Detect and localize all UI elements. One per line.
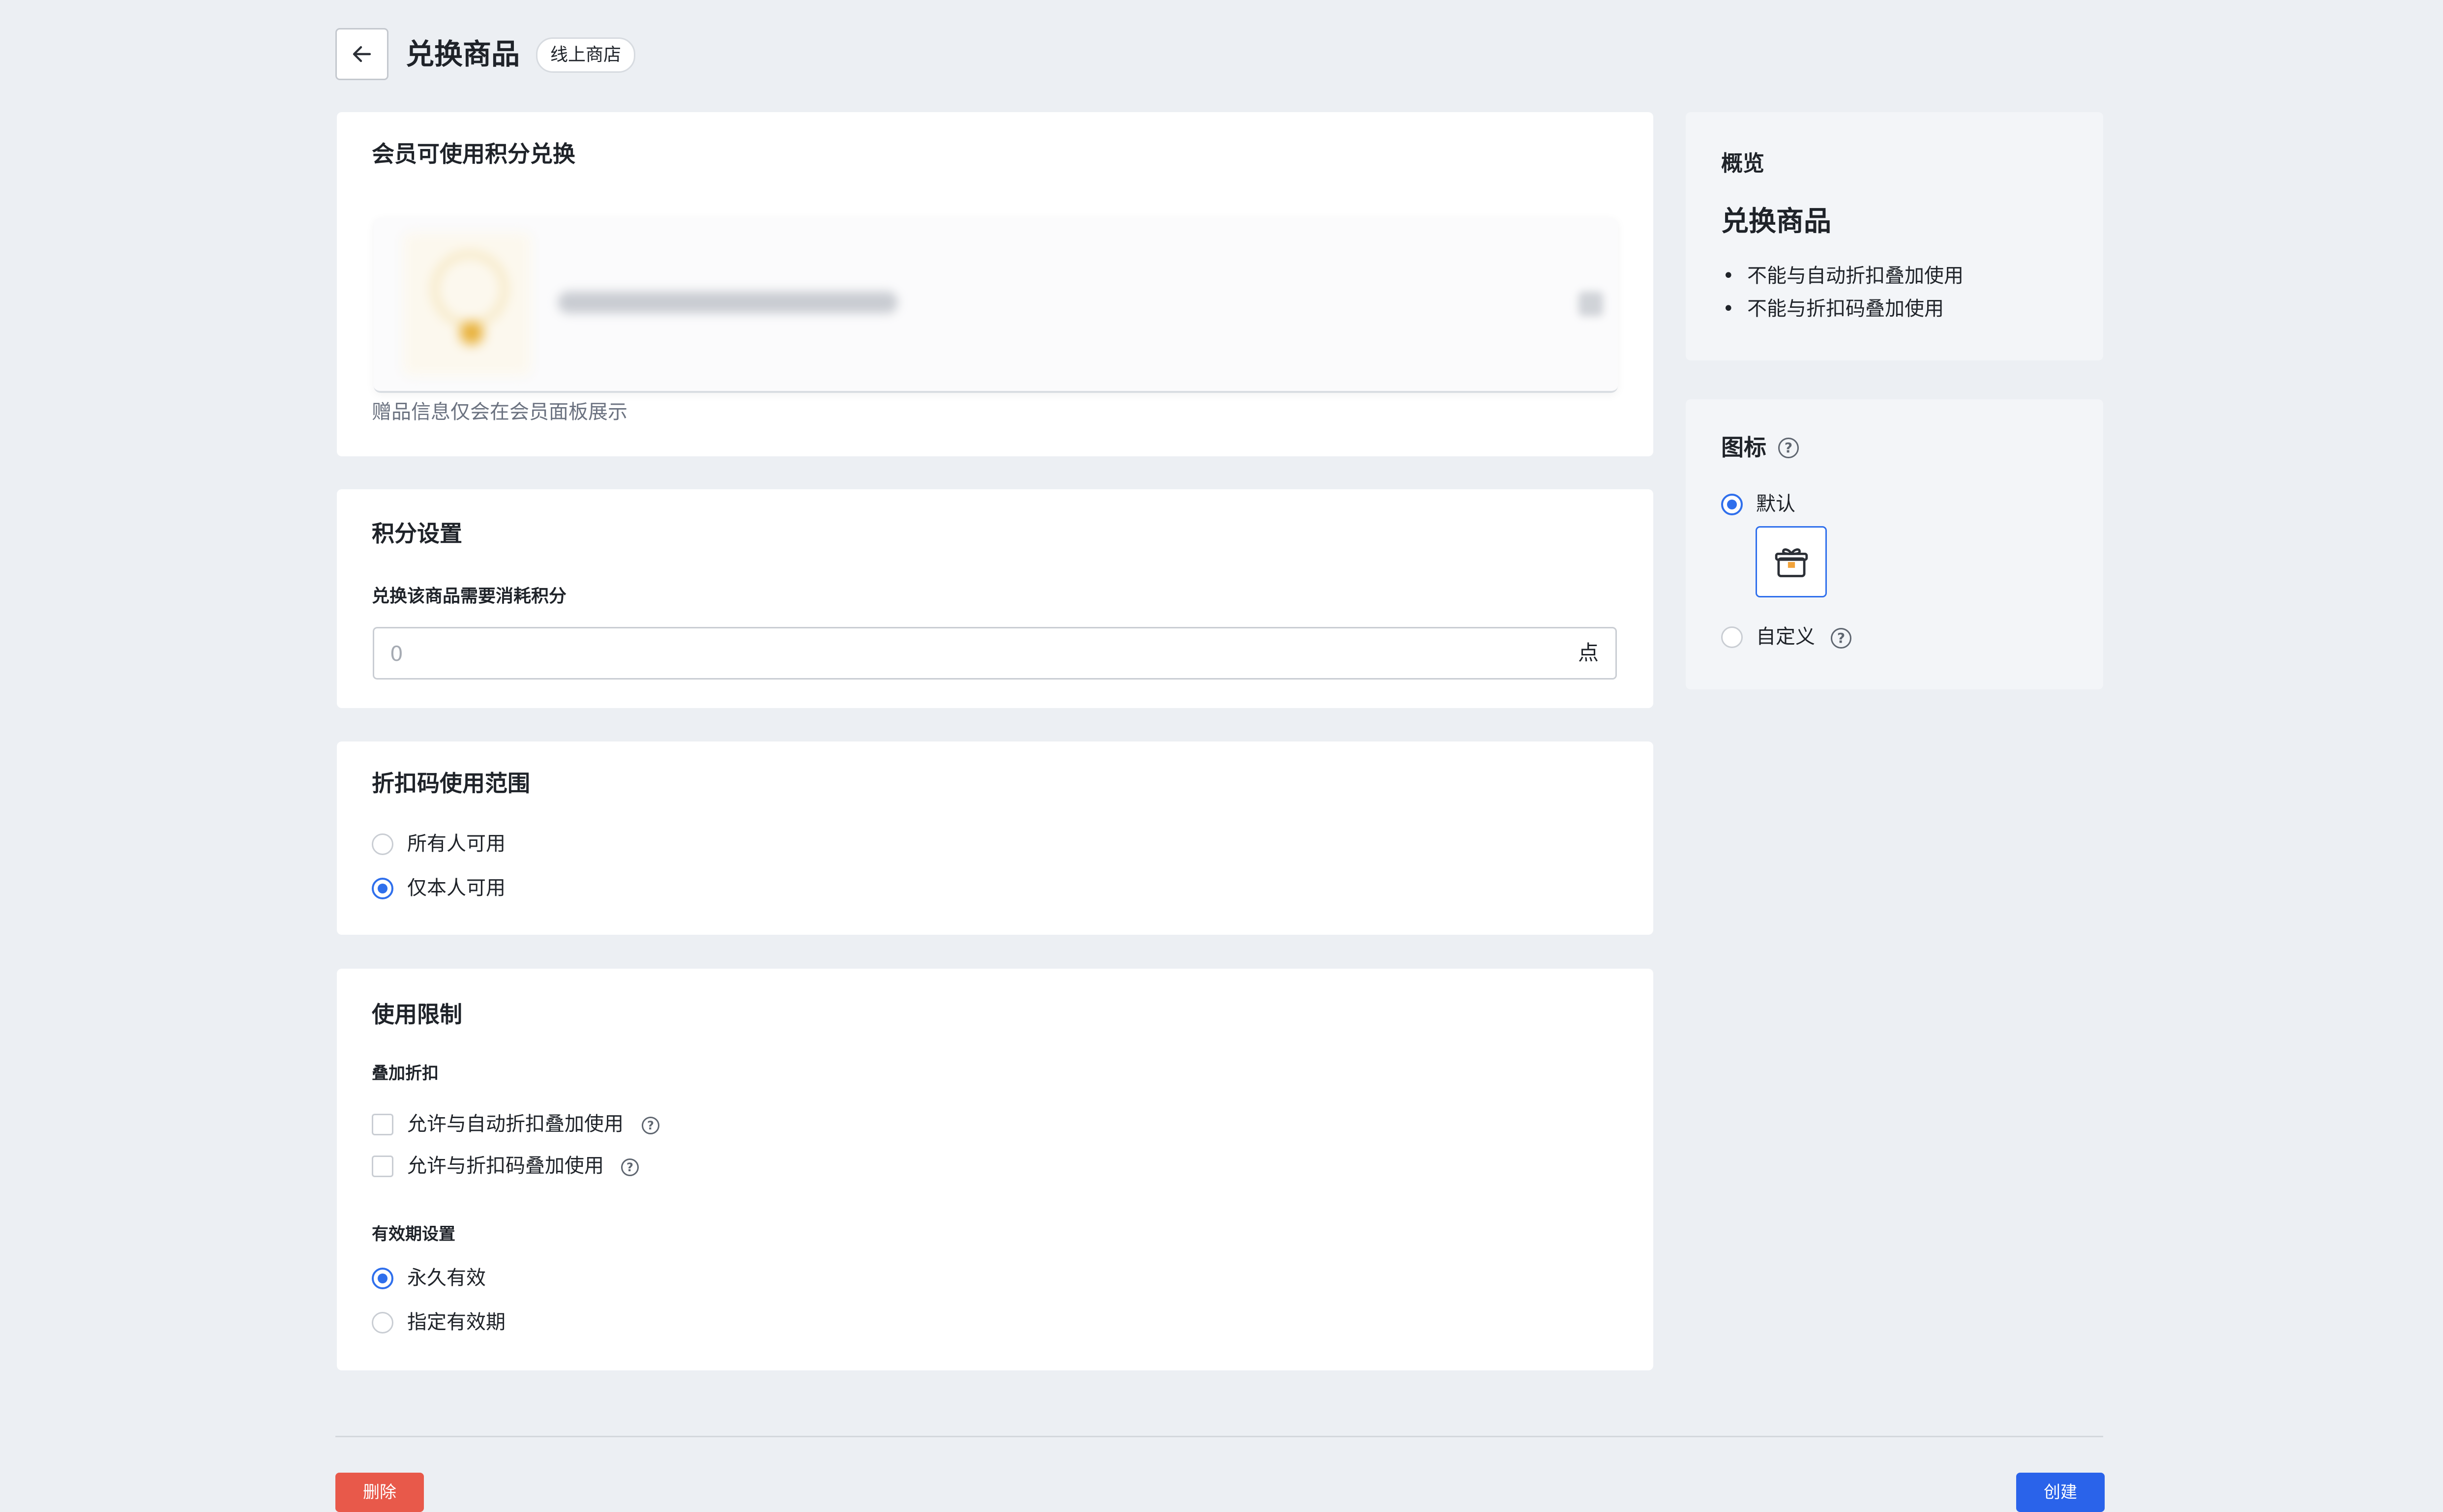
gift-image — [403, 233, 531, 375]
gift-preview[interactable] — [374, 218, 1618, 393]
page: 兑换商品 线上商店 会员可使用积分兑换 赠品信息仅会在会员面板展示 积分设置 兑… — [0, 0, 2443, 1512]
help-icon[interactable]: ? — [1778, 438, 1799, 458]
help-icon[interactable]: ? — [621, 1158, 639, 1176]
redeem-hint: 赠品信息仅会在会员面板展示 — [372, 401, 627, 423]
default-icon-tile[interactable] — [1756, 526, 1827, 597]
scope-option-self-label[interactable]: 仅本人可用 — [407, 874, 506, 902]
points-card-title: 积分设置 — [372, 520, 462, 547]
channel-badge: 线上商店 — [536, 37, 636, 73]
arrow-left-icon — [353, 46, 371, 62]
overview-title: 兑换商品 — [1721, 206, 1831, 237]
validity-custom-radio[interactable] — [372, 1312, 393, 1334]
limits-card-title: 使用限制 — [372, 1001, 462, 1028]
stack-auto-discount-checkbox[interactable] — [372, 1114, 393, 1135]
points-input-box[interactable]: 点 — [373, 627, 1617, 680]
redeem-card-title: 会员可使用积分兑换 — [372, 141, 575, 167]
gift-name-blurred — [558, 292, 897, 313]
scope-option-everyone-label[interactable]: 所有人可用 — [407, 830, 506, 858]
scope-option-everyone-radio[interactable] — [372, 833, 393, 855]
overview-bullet: 不能与折扣码叠加使用 — [1723, 295, 1944, 323]
delete-button[interactable]: 删除 — [335, 1473, 424, 1512]
edit-icon[interactable] — [1579, 292, 1603, 316]
validity-forever-label[interactable]: 永久有效 — [407, 1264, 486, 1292]
stack-code-discount-label[interactable]: 允许与折扣码叠加使用 — [407, 1152, 604, 1180]
scope-card-title: 折扣码使用范围 — [372, 770, 530, 797]
icon-custom-radio[interactable] — [1721, 626, 1743, 648]
scope-option-self-radio[interactable] — [372, 878, 393, 899]
icon-default-radio[interactable] — [1721, 494, 1743, 515]
icon-default-label[interactable]: 默认 — [1756, 490, 1795, 518]
points-unit: 点 — [1578, 641, 1599, 665]
limits-card: 使用限制 叠加折扣 允许与自动折扣叠加使用 ? 允许与折扣码叠加使用 ? 有效期… — [337, 969, 1653, 1370]
redeem-card: 会员可使用积分兑换 赠品信息仅会在会员面板展示 — [337, 112, 1653, 456]
help-icon[interactable]: ? — [1831, 628, 1851, 649]
create-button[interactable]: 创建 — [2016, 1473, 2105, 1512]
stack-code-discount-checkbox[interactable] — [372, 1156, 393, 1177]
icon-custom-label[interactable]: 自定义 — [1756, 623, 1815, 651]
stack-discount-label: 叠加折扣 — [372, 1064, 439, 1083]
help-icon[interactable]: ? — [642, 1117, 659, 1134]
back-button[interactable] — [335, 28, 388, 80]
overview-heading: 概览 — [1721, 151, 1764, 176]
footer-divider — [335, 1436, 2103, 1437]
icon-card: 图标 ? 默认 自定义 ? — [1686, 399, 2103, 689]
validity-label: 有效期设置 — [372, 1224, 455, 1244]
points-field-label: 兑换该商品需要消耗积分 — [372, 586, 567, 606]
icon-card-title: 图标 — [1721, 434, 1766, 461]
validity-forever-radio[interactable] — [372, 1268, 393, 1289]
overview-bullet: 不能与自动折扣叠加使用 — [1723, 262, 1964, 290]
validity-custom-label[interactable]: 指定有效期 — [407, 1308, 506, 1336]
scope-card: 折扣码使用范围 所有人可用 仅本人可用 — [337, 741, 1653, 935]
points-input[interactable] — [389, 628, 1522, 679]
stack-auto-discount-label[interactable]: 允许与自动折扣叠加使用 — [407, 1110, 624, 1138]
overview-card: 概览 兑换商品 不能与自动折扣叠加使用 不能与折扣码叠加使用 — [1686, 112, 2103, 360]
gift-box-icon — [1775, 548, 1808, 577]
page-title: 兑换商品 — [406, 37, 520, 71]
